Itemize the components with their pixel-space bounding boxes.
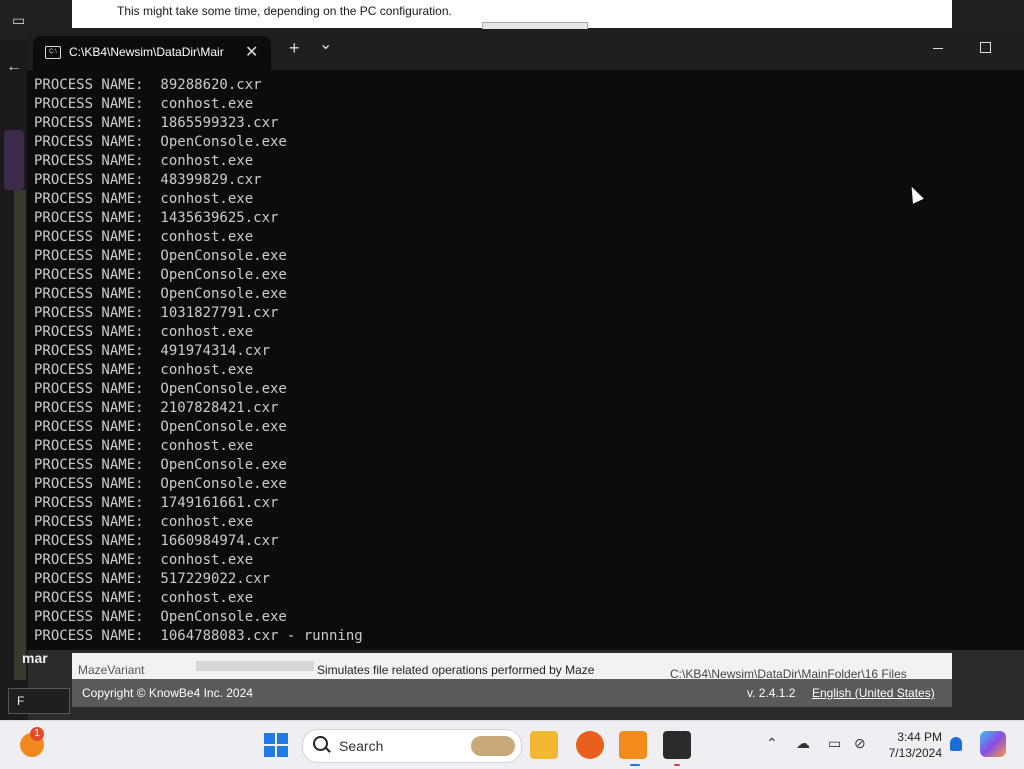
console-line: PROCESS NAME: conhost.exe <box>34 153 254 169</box>
display-icon[interactable]: ▭ <box>828 735 841 752</box>
row-progress <box>196 661 314 671</box>
cmd-icon: C:\ <box>45 46 61 59</box>
terminal-icon[interactable] <box>663 731 691 759</box>
console-line: PROCESS NAME: 1031827791.cxr <box>34 305 279 321</box>
back-arrow-icon[interactable]: ← <box>6 58 22 76</box>
console-line: PROCESS NAME: OpenConsole.exe <box>34 381 287 397</box>
maximize-button[interactable] <box>980 42 991 53</box>
console-line: PROCESS NAME: OpenConsole.exe <box>34 286 287 302</box>
copilot-icon[interactable] <box>980 731 1006 757</box>
install-dialog: This might take some time, depending on … <box>72 0 952 29</box>
console-output[interactable]: PROCESS NAME: 89288620.cxr PROCESS NAME: … <box>34 76 1014 650</box>
background-panel-strip <box>14 190 26 680</box>
console-line: PROCESS NAME: OpenConsole.exe <box>34 134 287 150</box>
close-tab-icon[interactable]: ✕ <box>245 42 258 62</box>
simulator-dialog: MazeVariant Simulates file related opera… <box>72 653 952 707</box>
file-explorer-icon[interactable] <box>530 731 558 759</box>
terminal-indicator <box>674 764 680 766</box>
start-icon[interactable] <box>264 733 288 757</box>
copyright-text: Copyright © KnowBe4 Inc. 2024 <box>82 686 253 700</box>
background-app-sidebar: ← <box>0 40 28 720</box>
terminal-titlebar[interactable]: C:\ C:\KB4\Newsim\DataDir\Mair ✕ + ⌄ <box>27 30 1024 70</box>
new-tab-button[interactable]: + <box>289 38 300 59</box>
app-icon: ▭ <box>12 12 26 28</box>
console-line: PROCESS NAME: OpenConsole.exe <box>34 609 287 625</box>
console-line: PROCESS NAME: 48399829.cxr <box>34 172 262 188</box>
console-line: PROCESS NAME: 1660984974.cxr <box>34 533 279 549</box>
console-line: PROCESS NAME: OpenConsole.exe <box>34 248 287 264</box>
minimize-button[interactable] <box>933 48 943 49</box>
console-line: PROCESS NAME: OpenConsole.exe <box>34 267 287 283</box>
taskbar: 1 Search ⌃ ☁ ▭ ⊘ 3:44 PM 7/13/2024 <box>0 720 1024 769</box>
background-input[interactable]: F <box>8 688 70 714</box>
console-line: PROCESS NAME: 1749161661.cxr <box>34 495 279 511</box>
tab-title: C:\KB4\Newsim\DataDir\Mair <box>69 45 224 59</box>
console-line: PROCESS NAME: 2107828421.cxr <box>34 400 279 416</box>
search-label: Search <box>339 738 384 754</box>
console-line: PROCESS NAME: 89288620.cxr <box>34 77 262 93</box>
console-line: PROCESS NAME: 517229022.cxr <box>34 571 271 587</box>
chevron-down-icon[interactable]: ⌄ <box>319 34 332 54</box>
search-box[interactable]: Search <box>302 729 522 763</box>
search-icon <box>313 736 328 751</box>
bell-icon[interactable] <box>950 737 962 751</box>
console-line: PROCESS NAME: conhost.exe <box>34 514 254 530</box>
console-line: PROCESS NAME: conhost.exe <box>34 552 254 568</box>
console-line: PROCESS NAME: conhost.exe <box>34 229 254 245</box>
console-line: PROCESS NAME: 1435639625.cxr <box>34 210 279 226</box>
language-link[interactable]: English (United States) <box>812 686 935 700</box>
console-line: PROCESS NAME: OpenConsole.exe <box>34 419 287 435</box>
network-icon[interactable]: ⊘ <box>854 735 866 752</box>
install-dialog-button[interactable] <box>482 22 588 29</box>
console-line: PROCESS NAME: OpenConsole.exe <box>34 457 287 473</box>
active-indicator <box>630 764 640 766</box>
install-message: This might take some time, depending on … <box>117 4 452 18</box>
chevron-up-icon[interactable]: ⌃ <box>766 735 778 752</box>
console-line: PROCESS NAME: conhost.exe <box>34 362 254 378</box>
console-line: PROCESS NAME: 1865599323.cxr <box>34 115 279 131</box>
console-line: PROCESS NAME: 1064788083.cxr - running <box>34 628 363 644</box>
dialog-footer: Copyright © KnowBe4 Inc. 2024 v. 2.4.1.2… <box>72 679 952 707</box>
console-line: PROCESS NAME: OpenConsole.exe <box>34 476 287 492</box>
row-description: Simulates file related operations perfor… <box>317 663 595 677</box>
row-name: MazeVariant <box>78 663 145 677</box>
notification-badge: 1 <box>30 727 44 741</box>
console-line: PROCESS NAME: conhost.exe <box>34 96 254 112</box>
clock-time: 3:44 PM <box>897 730 942 744</box>
console-line: PROCESS NAME: conhost.exe <box>34 324 254 340</box>
background-panel <box>4 130 24 190</box>
console-line: PROCESS NAME: conhost.exe <box>34 590 254 606</box>
search-highlight-icon <box>471 736 515 756</box>
terminal-window: C:\ C:\KB4\Newsim\DataDir\Mair ✕ + ⌄ PRO… <box>27 30 1024 650</box>
console-line: PROCESS NAME: conhost.exe <box>34 438 254 454</box>
system-clock[interactable]: 3:44 PM 7/13/2024 <box>880 729 942 761</box>
console-line: PROCESS NAME: 491974314.cxr <box>34 343 271 359</box>
knowbe4-app-icon[interactable] <box>619 731 647 759</box>
background-label: mar <box>22 650 48 666</box>
console-line: PROCESS NAME: conhost.exe <box>34 191 254 207</box>
clock-date: 7/13/2024 <box>888 746 942 760</box>
version-text: v. 2.4.1.2 <box>747 686 796 700</box>
terminal-tab[interactable]: C:\ C:\KB4\Newsim\DataDir\Mair ✕ <box>33 36 271 70</box>
onedrive-icon[interactable]: ☁ <box>796 735 810 752</box>
firefox-icon[interactable] <box>576 731 604 759</box>
table-row[interactable]: MazeVariant Simulates file related opera… <box>72 653 952 681</box>
